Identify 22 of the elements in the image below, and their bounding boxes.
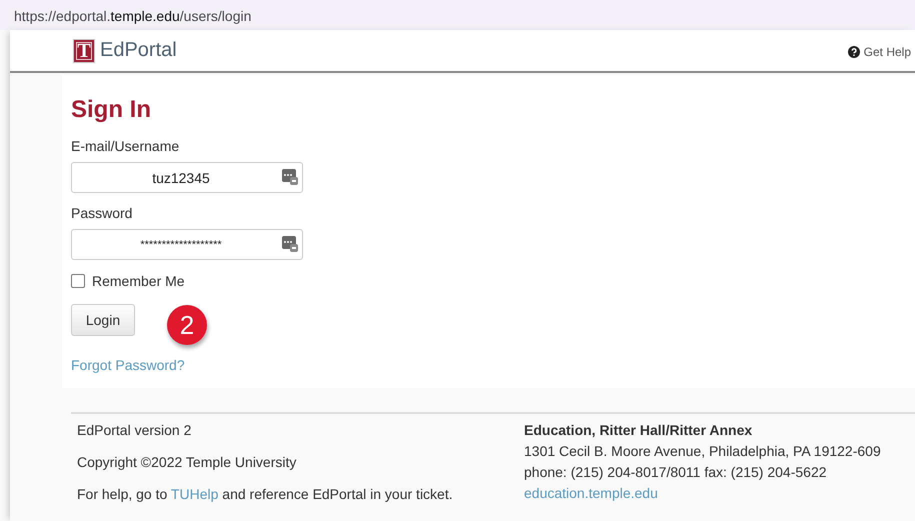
password-field[interactable]: ******************* (71, 229, 303, 260)
login-button[interactable]: Login (71, 304, 135, 336)
brand-name[interactable]: EdPortal (100, 39, 177, 62)
logo-icon: T (73, 38, 95, 62)
checkbox-label[interactable]: Remember Me (92, 273, 185, 289)
address-bar[interactable]: https://edportal.temple.edu/users/login (0, 0, 915, 30)
remember-checkbox[interactable] (71, 274, 85, 288)
get-help-link[interactable]: Get Help (848, 44, 911, 58)
help-icon[interactable] (848, 46, 860, 58)
field-label: Password (71, 205, 134, 221)
phone-text: phone: (215) 204-8017/8011 fax: (215) 204-5622 (524, 464, 828, 480)
help-text: For help, go to TUHelp and reference EdPortal in your ticket. (77, 486, 454, 502)
field-label: E-mail/Username (71, 138, 180, 154)
username-field[interactable]: tuz12345 (71, 162, 303, 193)
keypad-icon[interactable] (282, 236, 298, 252)
office-name: Education, Ritter Hall/Ritter Annex (524, 422, 754, 438)
version-text: EdPortal version 2 (77, 422, 192, 438)
copyright-text: Copyright ©2022 Temple University (77, 454, 298, 470)
address-text: 1301 Cecil B. Moore Avenue, Philadelphia, PA 19122-609 (524, 443, 881, 459)
keypad-icon[interactable] (282, 169, 298, 185)
page-title: Sign In (71, 96, 152, 125)
step-badge: 2 (167, 305, 207, 345)
